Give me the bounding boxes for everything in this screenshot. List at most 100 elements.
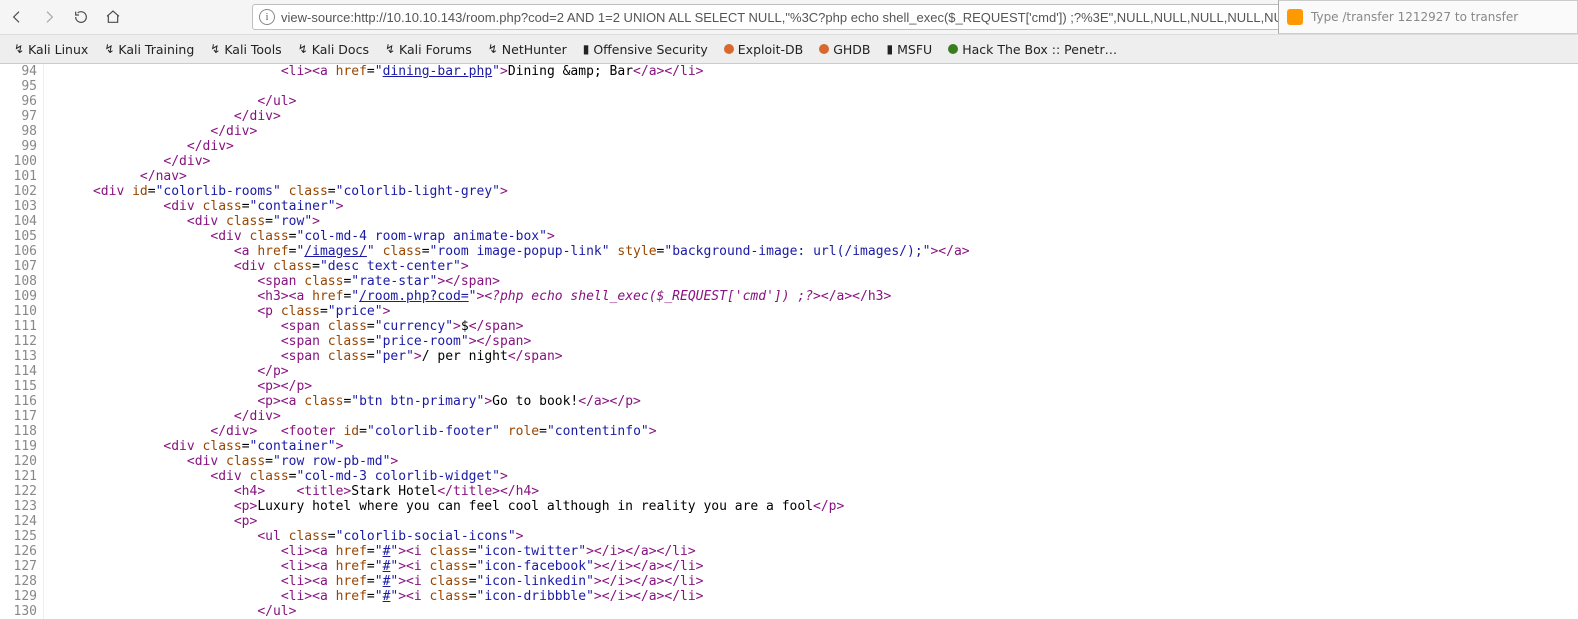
code-line: </div> <box>44 109 1578 124</box>
code-line: </p> <box>44 364 1578 379</box>
bug-icon <box>724 44 734 54</box>
code-line: <p> <box>44 514 1578 529</box>
line-number: 116 <box>0 394 44 409</box>
bookmarks-bar: ↯Kali Linux ↯Kali Training ↯Kali Tools ↯… <box>0 34 1578 64</box>
bug-icon <box>819 44 829 54</box>
code-line: </div> <box>44 409 1578 424</box>
line-number: 127 <box>0 559 44 574</box>
notification-popup: Type /transfer 1212927 to transfer <box>1278 0 1578 34</box>
line-number: 106 <box>0 244 44 259</box>
line-number: 105 <box>0 229 44 244</box>
line-number: 113 <box>0 349 44 364</box>
code-line: <p></p> <box>44 379 1578 394</box>
code-line: <p>Luxury hotel where you can feel cool … <box>44 499 1578 514</box>
code-line: <p class="price"> <box>44 304 1578 319</box>
line-number: 98 <box>0 124 44 139</box>
line-number: 107 <box>0 259 44 274</box>
code-line: <div class="container"> <box>44 199 1578 214</box>
browser-toolbar: i Type /transfer 1212927 to transfer <box>0 0 1578 34</box>
line-number: 119 <box>0 439 44 454</box>
home-button[interactable] <box>100 4 126 30</box>
line-number: 99 <box>0 139 44 154</box>
code-line: </div> <box>44 154 1578 169</box>
bookmark-exploitdb[interactable]: Exploit-DB <box>718 40 809 59</box>
notification-text: Type /transfer 1212927 to transfer <box>1311 10 1518 24</box>
line-number: 109 <box>0 289 44 304</box>
code-line: <h3><a href="/room.php?cod="><?php echo … <box>44 289 1578 304</box>
code-line: <div class="col-md-3 colorlib-widget"> <box>44 469 1578 484</box>
bookmark-kali-training[interactable]: ↯Kali Training <box>98 40 200 59</box>
cube-icon <box>948 44 958 54</box>
code-line: <li><a href="#"><i class="icon-linkedin"… <box>44 574 1578 589</box>
dragon-icon: ↯ <box>385 42 395 56</box>
bookmark-htb[interactable]: Hack The Box :: Penetr… <box>942 40 1123 59</box>
dragon-icon: ↯ <box>14 42 24 56</box>
line-number: 128 <box>0 574 44 589</box>
bookmark-msfu[interactable]: ▮MSFU <box>881 40 939 59</box>
notification-icon <box>1287 9 1303 25</box>
line-number: 115 <box>0 379 44 394</box>
code-line: <p><a class="btn btn-primary">Go to book… <box>44 394 1578 409</box>
bookmark-kali-tools[interactable]: ↯Kali Tools <box>204 40 287 59</box>
line-number: 129 <box>0 589 44 604</box>
line-number: 126 <box>0 544 44 559</box>
bookmark-nethunter[interactable]: ↯NetHunter <box>482 40 573 59</box>
code-line: </div> <footer id="colorlib-footer" role… <box>44 424 1578 439</box>
back-button[interactable] <box>4 4 30 30</box>
bookmark-kali-forums[interactable]: ↯Kali Forums <box>379 40 478 59</box>
line-number: 95 <box>0 79 44 94</box>
code-line: </ul> <box>44 604 1578 619</box>
code-line: <div id="colorlib-rooms" class="colorlib… <box>44 184 1578 199</box>
line-number: 100 <box>0 154 44 169</box>
code-line: <div class="row"> <box>44 214 1578 229</box>
line-number: 103 <box>0 199 44 214</box>
code-line: <ul class="colorlib-social-icons"> <box>44 529 1578 544</box>
forward-button[interactable] <box>36 4 62 30</box>
info-icon[interactable]: i <box>259 9 275 25</box>
shield-icon: ▮ <box>887 42 894 56</box>
code-line: <div class="desc text-center"> <box>44 259 1578 274</box>
code-line: <h4> <title>Stark Hotel</title></h4> <box>44 484 1578 499</box>
code-line: <div class="row row-pb-md"> <box>44 454 1578 469</box>
code-line: <span class="per">/ per night</span> <box>44 349 1578 364</box>
bookmark-kali-docs[interactable]: ↯Kali Docs <box>292 40 375 59</box>
dragon-icon: ↯ <box>298 42 308 56</box>
line-number: 125 <box>0 529 44 544</box>
line-number: 110 <box>0 304 44 319</box>
code-line: <div class="col-md-4 room-wrap animate-b… <box>44 229 1578 244</box>
code-line <box>44 79 1578 94</box>
line-number: 118 <box>0 424 44 439</box>
bookmark-ghdb[interactable]: GHDB <box>813 40 876 59</box>
bookmark-offsec[interactable]: ▮Offensive Security <box>577 40 714 59</box>
line-number: 104 <box>0 214 44 229</box>
line-number: 130 <box>0 604 44 619</box>
line-number: 96 <box>0 94 44 109</box>
dragon-icon: ↯ <box>210 42 220 56</box>
line-number: 111 <box>0 319 44 334</box>
line-number: 97 <box>0 109 44 124</box>
line-number: 122 <box>0 484 44 499</box>
code-line: </div> <box>44 124 1578 139</box>
dragon-icon: ↯ <box>104 42 114 56</box>
code-line: </div> <box>44 139 1578 154</box>
code-line: </nav> <box>44 169 1578 184</box>
source-view: 94 <li><a href="dining-bar.php">Dining &… <box>0 64 1578 619</box>
line-number: 117 <box>0 409 44 424</box>
code-line: </ul> <box>44 94 1578 109</box>
line-number: 123 <box>0 499 44 514</box>
line-number: 94 <box>0 64 44 79</box>
bookmark-kali-linux[interactable]: ↯Kali Linux <box>8 40 94 59</box>
code-line: <li><a href="#"><i class="icon-twitter">… <box>44 544 1578 559</box>
code-line: <li><a href="#"><i class="icon-dribbble"… <box>44 589 1578 604</box>
line-number: 124 <box>0 514 44 529</box>
reload-button[interactable] <box>68 4 94 30</box>
code-line: <li><a href="#"><i class="icon-facebook"… <box>44 559 1578 574</box>
line-number: 102 <box>0 184 44 199</box>
code-line: <span class="currency">$</span> <box>44 319 1578 334</box>
line-number: 121 <box>0 469 44 484</box>
code-line: <div class="container"> <box>44 439 1578 454</box>
shield-icon: ▮ <box>583 42 590 56</box>
line-number: 114 <box>0 364 44 379</box>
line-number: 112 <box>0 334 44 349</box>
line-number: 120 <box>0 454 44 469</box>
